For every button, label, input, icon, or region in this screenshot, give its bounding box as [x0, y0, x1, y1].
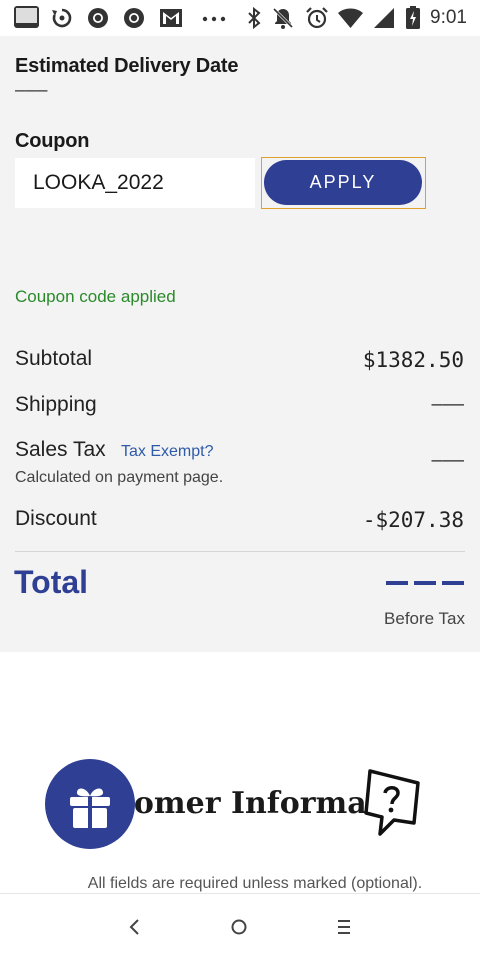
system-nav-bar: [0, 893, 480, 960]
chrome-icon: [124, 8, 144, 28]
chrome-icon: [88, 8, 108, 28]
gift-icon: [70, 788, 110, 828]
sync-icon: [52, 8, 72, 28]
shipping-label: Shipping: [15, 393, 97, 416]
apply-button[interactable]: APPLY: [264, 160, 422, 205]
more-dots-icon: [202, 16, 226, 22]
app-notification-icon: [14, 6, 39, 28]
sales-tax-label: Sales Tax: [15, 438, 106, 461]
status-bar: 9:01: [0, 0, 480, 36]
tax-exempt-link[interactable]: Tax Exempt?: [121, 443, 213, 461]
sales-tax-value: ———: [431, 450, 464, 471]
battery-icon: [406, 6, 420, 29]
estimated-delivery-value: ———: [15, 80, 48, 101]
before-tax-note: Before Tax: [384, 609, 465, 628]
wifi-icon: [338, 8, 363, 28]
estimated-delivery-label: Estimated Delivery Date: [15, 55, 239, 77]
shipping-value: ———: [431, 394, 464, 415]
apply-focus-ring: APPLY: [261, 157, 426, 209]
summary-divider: [15, 551, 465, 552]
total-label: Total: [14, 564, 89, 600]
gift-button[interactable]: [45, 759, 135, 849]
signal-icon: [374, 8, 394, 28]
alarm-icon: [306, 7, 328, 29]
total-value-placeholder: [386, 581, 464, 585]
order-summary-panel: Estimated Delivery Date ——— Coupon APPLY…: [0, 36, 480, 652]
clock: 9:01: [430, 7, 467, 28]
home-icon[interactable]: [226, 914, 252, 940]
coupon-status-message: Coupon code applied: [15, 287, 176, 306]
subtotal-value: $1382.50: [362, 348, 464, 372]
sales-tax-note: Calculated on payment page.: [15, 469, 224, 486]
coupon-input[interactable]: [15, 158, 255, 208]
required-fields-note: All fields are required unless marked (o…: [87, 875, 423, 892]
notifications-off-icon: [272, 7, 294, 29]
recents-icon[interactable]: [331, 914, 357, 940]
discount-value: -$207.38: [362, 508, 464, 532]
back-icon[interactable]: [122, 914, 148, 940]
discount-label: Discount: [15, 507, 97, 530]
subtotal-label: Subtotal: [15, 347, 93, 370]
help-chat-icon: [364, 769, 420, 836]
customer-information-heading: tomer Informa n: [120, 786, 399, 821]
gmail-icon: [160, 9, 182, 27]
help-chat-button[interactable]: [360, 765, 426, 845]
coupon-label: Coupon: [15, 130, 90, 152]
bluetooth-icon: [248, 6, 261, 30]
